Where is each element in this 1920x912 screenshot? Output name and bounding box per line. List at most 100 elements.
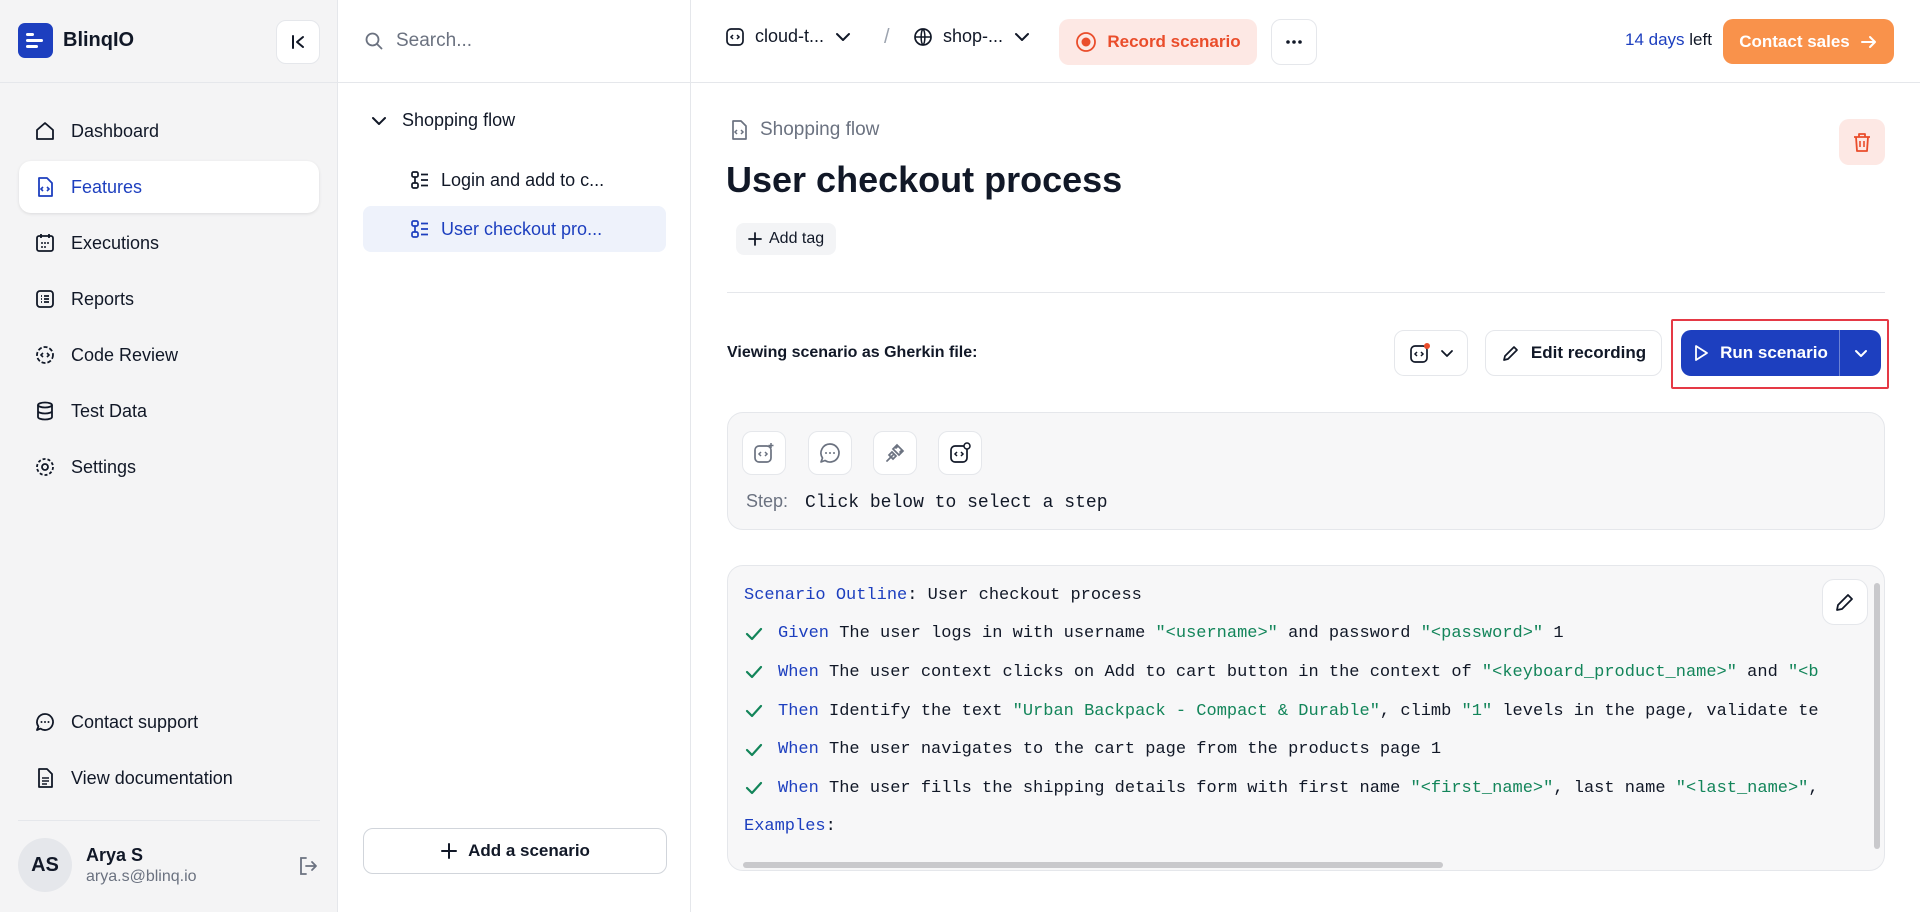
nav-test-data[interactable]: Test Data [19,385,319,437]
step-value: Click below to select a step [805,493,1108,513]
breadcrumb-separator: / [884,26,890,48]
nav-settings[interactable]: Settings [19,441,319,493]
nav-dashboard[interactable]: Dashboard [19,105,319,157]
nav-reports[interactable]: Reports [19,273,319,325]
gherkin-editor[interactable]: Scenario Outline: User checkout process … [727,565,1885,871]
logout-icon [300,857,317,875]
nav-code-review[interactable]: Code Review [19,329,319,381]
step-string: "Urban Backpack - Compact & Durable" [1012,701,1380,721]
collapse-sidebar-button[interactable] [276,20,320,64]
nav-view-documentation[interactable]: View documentation [19,752,319,804]
run-scenario-label: Run scenario [1720,343,1828,362]
step-string: "<first_name>" [1410,778,1554,798]
contact-sales-button[interactable]: Contact sales [1723,19,1894,64]
add-tag-label: Add tag [769,230,825,247]
ai-generate-dropdown[interactable] [1394,330,1468,376]
step-text: and password [1277,624,1421,644]
add-tag-button[interactable]: Add tag [736,223,837,255]
run-scenario-button[interactable]: Run scenario [1681,330,1840,376]
breadcrumb-label: Shopping flow [760,119,880,140]
outline-keyword: Scenario Outline [744,585,908,605]
tree-item-checkout[interactable]: User checkout pro... [363,206,666,252]
step-keyword: When [778,662,819,682]
gear-code-icon [33,343,57,367]
record-scenario-button[interactable]: Record scenario [1059,19,1257,65]
nav-label: View documentation [71,767,233,788]
brand[interactable]: BlinqIO [18,23,134,58]
sidebar-divider [0,82,338,83]
brand-name: BlinqIO [63,29,135,51]
run-options-dropdown[interactable] [1840,330,1881,376]
contact-sales-label: Contact sales [1739,31,1850,51]
step-keyword: Then [778,701,819,721]
tree-item-login[interactable]: Login and add to c... [363,157,666,203]
record-label: Record scenario [1107,32,1241,51]
check-icon [744,662,778,682]
page-title: User checkout process [726,159,1123,200]
environment-selector[interactable]: shop-... [913,26,1031,47]
comment-tool-button[interactable] [808,431,852,475]
nav-label: Contact support [71,711,199,732]
step-text: , climb [1379,701,1462,721]
step-keyword: When [778,740,819,760]
home-icon [33,119,57,143]
scenario-outline-line: Scenario Outline: User checkout process [744,576,1864,615]
gherkin-step-line[interactable]: When The user context clicks on Add to c… [744,653,1864,692]
settings-icon [33,455,57,479]
gherkin-step-line[interactable]: When The user fills the shipping details… [744,769,1864,808]
vertical-scrollbar[interactable] [1874,583,1880,849]
tree-folder-shopping-flow[interactable]: Shopping flow [370,110,515,131]
check-icon [744,701,778,721]
ai-code-icon [754,443,774,463]
breadcrumb[interactable]: Shopping flow [728,119,879,141]
more-options-button[interactable] [1271,19,1317,65]
tree-item-label: Login and add to c... [441,169,605,190]
gherkin-lines: Scenario Outline: User checkout process … [744,576,1864,846]
project-name: cloud-t... [755,26,825,46]
chat-icon [33,710,57,734]
scenario-icon [411,220,428,238]
nav-label: Dashboard [71,120,160,141]
step-text: Identify the text [818,701,1013,721]
delete-scenario-button[interactable] [1839,119,1885,165]
step-string: "<keyboard_product_name>" [1481,662,1737,682]
examples-suffix: : [825,817,836,837]
settings-code-tool-button[interactable] [938,431,982,475]
list-icon [33,287,57,311]
gherkin-step-line[interactable]: Given The user logs in with username "<u… [744,615,1864,654]
gherkin-step-line[interactable]: When The user navigates to the cart page… [744,730,1864,769]
nav-label: Test Data [71,400,148,421]
scenario-tree-panel: Shopping flow Login and add to c... User… [338,0,691,912]
folder-label: Shopping flow [402,110,516,130]
search-bar [338,0,691,83]
examples-line: Examples: [744,808,1864,847]
add-scenario-button[interactable]: Add a scenario [363,828,667,874]
nav-features[interactable]: Features [19,161,319,213]
step-text: The user logs in with username [829,624,1156,644]
step-string: "<last_name>" [1675,778,1809,798]
nav-contact-support[interactable]: Contact support [19,696,319,748]
search-input[interactable] [396,30,656,52]
chevron-down-icon [1015,32,1030,41]
horizontal-scrollbar[interactable] [743,862,1443,868]
edit-recording-button[interactable]: Edit recording [1485,330,1662,376]
connect-tool-button[interactable] [873,431,917,475]
nav-executions[interactable]: Executions [19,217,319,269]
tree-item-label: User checkout pro... [441,218,603,239]
feature-file-icon [732,120,747,140]
step-text: The user context clicks on Add to cart b… [818,662,1482,682]
database-icon [33,399,57,423]
step-inspector: Step: Click below to select a step [727,412,1885,530]
logout-button[interactable] [294,852,322,880]
project-selector[interactable]: cloud-t... [725,26,852,47]
search-icon [365,32,383,50]
gherkin-step-line[interactable]: Then Identify the text "Urban Backpack -… [744,692,1864,731]
user-divider [18,820,320,821]
user-profile[interactable]: AS Arya S arya.s@blinq.io [18,838,197,892]
step-string: "<username>" [1155,624,1278,644]
ai-step-tool-button[interactable] [742,431,786,475]
edit-gherkin-button[interactable] [1822,579,1868,625]
chevron-down-icon [372,116,386,125]
pencil-icon [1836,594,1853,611]
plug-icon [886,443,905,462]
